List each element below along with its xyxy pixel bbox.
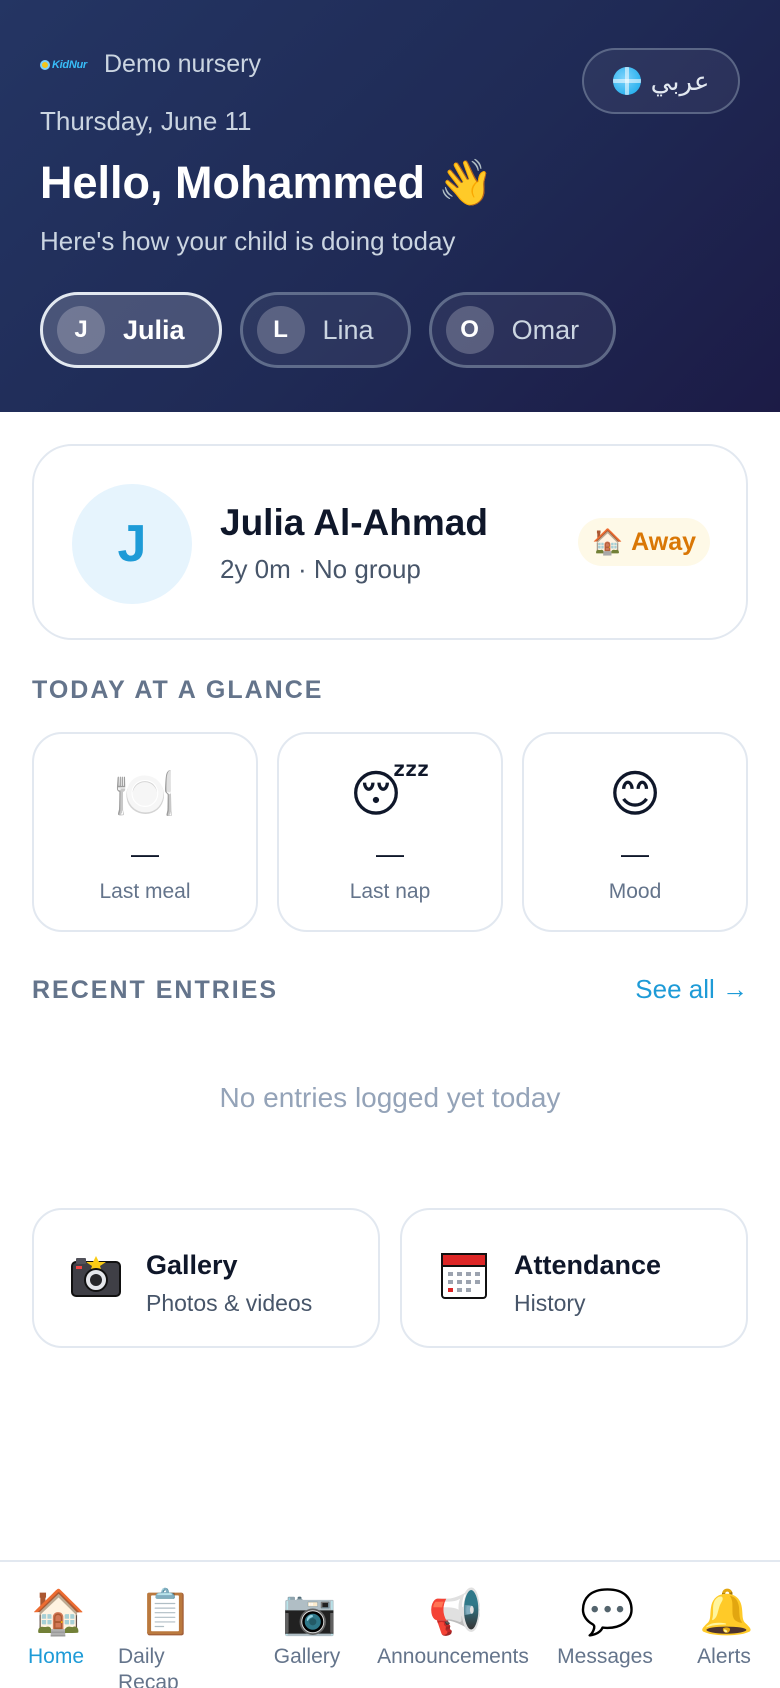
child-full-name: Julia Al-Ahmad xyxy=(220,502,488,543)
child-pill-omar[interactable]: O Omar xyxy=(428,292,617,368)
clipboard-icon: 📋 xyxy=(138,1588,193,1637)
header: KidNur Demo nursery عربي Thursday, June … xyxy=(0,0,780,412)
gallery-quick-link[interactable]: Gallery Photos & videos xyxy=(32,1208,380,1348)
nursery-name: Demo nursery xyxy=(104,50,261,78)
camera-icon xyxy=(71,1256,121,1297)
nav-messages[interactable]: 💬 Messages xyxy=(552,1588,658,1670)
greeting-subtitle: Here's how your child is doing today xyxy=(40,226,456,256)
nav-label: Alerts xyxy=(697,1645,751,1668)
glance-section-title: TODAY AT A GLANCE xyxy=(32,676,324,704)
glance-value: — xyxy=(621,838,649,869)
greeting-title: Hello, Mohammed 👋 xyxy=(40,157,494,208)
child-pill-avatar: J xyxy=(57,306,105,354)
glance-label: Last nap xyxy=(349,880,431,903)
status-badge: 🏠 Away xyxy=(578,518,710,566)
nav-label: Messages xyxy=(557,1645,653,1668)
child-age-group: 2y 0m · No group xyxy=(220,554,421,584)
nav-home[interactable]: 🏠 Home xyxy=(20,1588,92,1670)
child-switcher: J Julia L Lina O Omar xyxy=(40,292,617,368)
glance-value: — xyxy=(131,838,159,869)
nap-icon: 😴 xyxy=(349,766,431,822)
nav-label: Announcements xyxy=(377,1645,529,1668)
language-label: عربي xyxy=(650,65,710,96)
glance-label: Last meal xyxy=(99,880,191,903)
glance-value: — xyxy=(376,838,404,869)
current-date: Thursday, June 11 xyxy=(40,106,252,136)
camera-icon: 📷 xyxy=(282,1588,337,1637)
house-icon: 🏠 xyxy=(592,527,624,556)
calendar-icon xyxy=(441,1253,487,1299)
child-avatar: J xyxy=(72,484,192,604)
recent-section-title: RECENT ENTRIES xyxy=(32,976,279,1004)
attendance-quick-link[interactable]: Attendance History xyxy=(400,1208,748,1348)
child-pill-julia[interactable]: J Julia xyxy=(40,292,222,368)
child-pill-avatar: O xyxy=(445,306,494,354)
child-pill-name: Omar xyxy=(511,314,580,345)
see-all-link[interactable]: See all → xyxy=(635,974,748,1005)
child-pill-name: Julia xyxy=(123,314,185,345)
glance-card-nap[interactable]: 😴 — Last nap xyxy=(277,732,503,932)
quick-link-title: Gallery xyxy=(146,1250,238,1280)
nav-label: Gallery xyxy=(273,1645,341,1668)
glance-card-mood[interactable]: 😊 — Mood xyxy=(522,732,748,932)
logo-sun-icon xyxy=(40,59,50,70)
logo-text: KidNur xyxy=(52,58,87,71)
nav-daily-recap[interactable]: 📋 Daily Recap xyxy=(118,1588,208,1688)
child-pill-name: Lina xyxy=(322,314,374,345)
speech-bubble-icon: 💬 xyxy=(580,1588,635,1637)
child-pill-lina[interactable]: L Lina xyxy=(239,292,411,368)
globe-icon xyxy=(612,67,641,95)
meal-icon: 🍽️ xyxy=(113,766,177,822)
nav-announcements[interactable]: 📢 Announcements xyxy=(372,1588,534,1670)
nav-gallery[interactable]: 📷 Gallery xyxy=(262,1588,352,1670)
glance-card-meal[interactable]: 🍽️ — Last meal xyxy=(32,732,258,932)
bottom-navigation: 🏠 Home 📋 Daily Recap 📷 Gallery 📢 Announc… xyxy=(0,1560,780,1688)
status-label: Away xyxy=(631,527,696,556)
child-pill-avatar: L xyxy=(256,306,305,354)
megaphone-icon: 📢 xyxy=(428,1588,483,1637)
empty-entries-message: No entries logged yet today xyxy=(219,1082,561,1113)
child-profile-card[interactable]: J Julia Al-Ahmad 2y 0m · No group 🏠 Away xyxy=(32,444,748,640)
language-toggle-button[interactable]: عربي xyxy=(582,48,740,114)
glance-label: Mood xyxy=(608,880,662,903)
quick-link-subtitle: History xyxy=(514,1290,586,1316)
nav-alerts[interactable]: 🔔 Alerts xyxy=(684,1588,764,1670)
brand-row: KidNur Demo nursery xyxy=(40,50,261,79)
quick-link-subtitle: Photos & videos xyxy=(146,1290,313,1316)
app-logo: KidNur xyxy=(40,59,88,71)
quick-link-title: Attendance xyxy=(514,1250,662,1280)
home-icon: 🏠 xyxy=(31,1588,86,1637)
nav-label: Home xyxy=(27,1645,85,1668)
mood-icon: 😊 xyxy=(608,766,662,822)
nav-label: Daily Recap xyxy=(118,1645,179,1688)
bell-icon: 🔔 xyxy=(699,1588,754,1637)
